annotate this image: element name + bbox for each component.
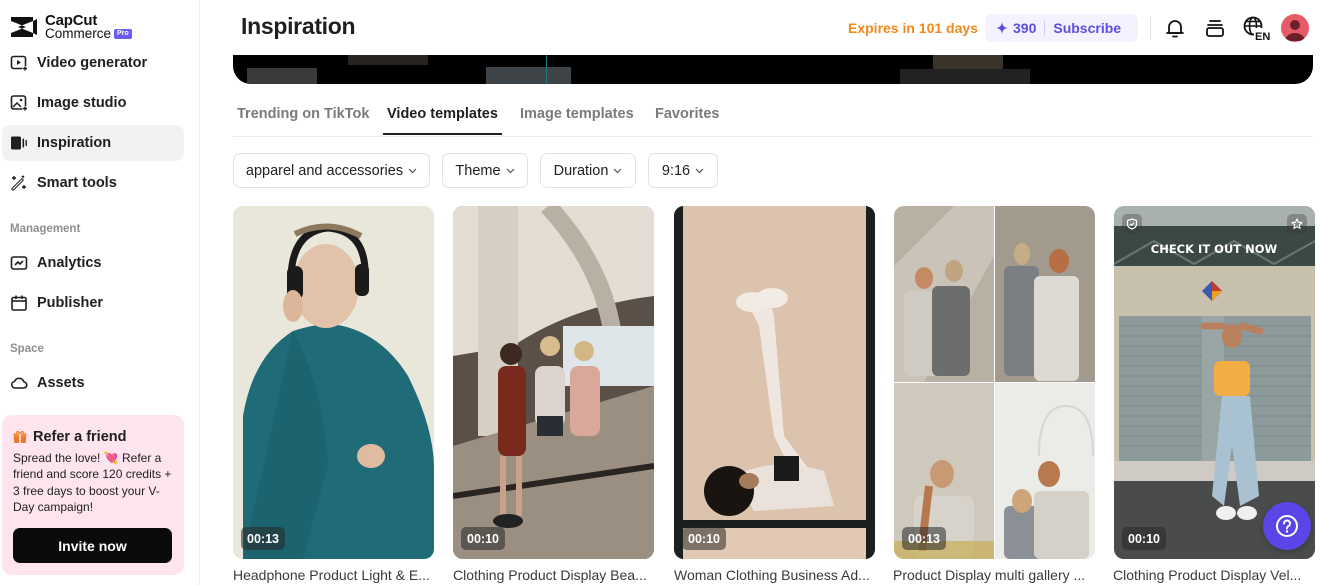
duration-badge: 00:10: [461, 527, 505, 550]
sidebar: CapCut Commerce Pro Video generator Image…: [0, 0, 200, 585]
brand-subname: Commerce: [45, 26, 112, 41]
header-divider: [1150, 16, 1151, 40]
expiry-notice[interactable]: Expires in 101 days: [848, 20, 978, 36]
sparkle-icon: [996, 22, 1008, 34]
banner-thumb: [900, 69, 1030, 84]
subscriptions-button[interactable]: [1202, 15, 1228, 41]
template-thumbnail: [453, 206, 654, 559]
tab-bar: Trending on TikTok Video templates Image…: [233, 96, 1313, 137]
sidebar-item-label: Assets: [37, 375, 85, 391]
page-title: Inspiration: [241, 13, 356, 39]
hero-banner[interactable]: [233, 55, 1313, 84]
sidebar-item-label: Smart tools: [37, 175, 117, 191]
sidebar-item-analytics[interactable]: Analytics: [2, 245, 184, 281]
filter-label: Theme: [455, 162, 501, 179]
video-generator-icon: [10, 54, 28, 72]
question-icon: [1276, 515, 1298, 537]
duration-badge: 00:10: [682, 527, 726, 550]
bell-icon: [1166, 20, 1184, 38]
chevron-down-icon: [695, 168, 704, 173]
chevron-down-icon: [613, 168, 622, 173]
divider: [1044, 21, 1046, 35]
tab-favorites[interactable]: Favorites: [655, 106, 719, 133]
language-code: EN: [1255, 31, 1270, 41]
invite-now-button[interactable]: Invite now: [13, 528, 172, 563]
sidebar-item-label: Inspiration: [37, 135, 112, 151]
template-thumbnail: [674, 206, 875, 559]
notifications-button[interactable]: [1162, 15, 1188, 41]
duration-filter[interactable]: Duration: [540, 153, 636, 188]
duration-badge: 00:13: [902, 527, 946, 550]
banner-thumb: [933, 55, 1003, 69]
template-title[interactable]: Product Display multi gallery ...: [893, 567, 1098, 583]
sidebar-item-label: Publisher: [37, 295, 104, 311]
sidebar-item-smart-tools[interactable]: Smart tools: [2, 165, 184, 201]
template-card[interactable]: 00:10: [674, 206, 875, 559]
sidebar-item-assets[interactable]: Assets: [2, 365, 184, 401]
language-button[interactable]: EN: [1242, 15, 1272, 41]
sidebar-item-publisher[interactable]: Publisher: [2, 285, 184, 321]
theme-filter[interactable]: Theme: [442, 153, 528, 188]
aspect-ratio-filter[interactable]: 9:16: [648, 153, 718, 188]
template-thumbnail: [233, 206, 434, 559]
banner-thumb: [486, 67, 571, 84]
inspiration-icon: [10, 134, 28, 152]
filter-label: Duration: [553, 162, 609, 179]
sidebar-item-label: Video generator: [37, 55, 148, 71]
tab-video-templates[interactable]: Video templates: [383, 106, 502, 135]
help-button[interactable]: [1263, 502, 1311, 550]
logo[interactable]: CapCut Commerce Pro: [9, 13, 132, 41]
banner-line: [546, 55, 547, 84]
favorite-button[interactable]: [1287, 214, 1307, 234]
template-title[interactable]: Clothing Product Display Vel...: [1113, 567, 1318, 583]
stack-icon: [1206, 20, 1224, 37]
section-label-management: Management: [10, 223, 81, 235]
overlay-text: CHECK IT OUT NOW: [1151, 242, 1278, 256]
template-card[interactable]: 00:10: [453, 206, 654, 559]
sidebar-item-inspiration[interactable]: Inspiration: [2, 125, 184, 161]
user-avatar[interactable]: [1281, 14, 1309, 42]
banner-thumb: [247, 68, 317, 84]
category-filter[interactable]: apparel and accessories: [233, 153, 430, 188]
capcut-logo-icon: [11, 17, 37, 37]
filter-label: 9:16: [661, 162, 691, 179]
template-title[interactable]: Headphone Product Light & E...: [233, 567, 438, 583]
star-icon: [1291, 218, 1303, 229]
verified-badge[interactable]: [1122, 214, 1142, 234]
refer-title: Refer a friend: [33, 429, 127, 445]
subscribe-link[interactable]: Subscribe: [1053, 20, 1121, 36]
filter-label: apparel and accessories: [245, 162, 404, 179]
duration-badge: 00:13: [241, 527, 285, 550]
shield-check-icon: [1126, 218, 1138, 230]
sidebar-item-label: Image studio: [37, 95, 127, 111]
sidebar-item-video-generator[interactable]: Video generator: [2, 45, 184, 81]
user-icon: [1285, 20, 1305, 41]
template-title[interactable]: Clothing Product Display Bea...: [453, 567, 658, 583]
refer-friend-card: Refer a friend Spread the love! 💘 Refer …: [2, 415, 184, 575]
chevron-down-icon: [408, 168, 417, 173]
tab-trending-on-tiktok[interactable]: Trending on TikTok: [237, 106, 369, 133]
gift-icon: [13, 431, 27, 443]
banner-thumb: [348, 55, 428, 65]
refer-description: Spread the love! 💘 Refer a friend and sc…: [13, 451, 172, 514]
sidebar-item-image-studio[interactable]: Image studio: [2, 85, 184, 121]
image-studio-icon: [10, 94, 28, 112]
tab-image-templates[interactable]: Image templates: [520, 106, 634, 133]
section-label-space: Space: [10, 343, 44, 355]
magic-wand-icon: [10, 174, 28, 192]
credits-count: 390: [1013, 20, 1037, 36]
duration-badge: 00:10: [1122, 527, 1166, 550]
chevron-down-icon: [506, 168, 514, 173]
pro-badge: Pro: [114, 28, 132, 39]
template-thumbnail: [894, 206, 1095, 559]
template-card[interactable]: 00:13: [894, 206, 1095, 559]
globe-icon: EN: [1243, 16, 1272, 41]
template-title[interactable]: Woman Clothing Business Ad...: [674, 567, 879, 583]
credits-subscribe-pill[interactable]: 390 Subscribe: [985, 14, 1138, 42]
sidebar-item-label: Analytics: [37, 255, 102, 271]
analytics-icon: [10, 254, 28, 272]
cloud-icon: [10, 374, 28, 392]
calendar-icon: [10, 294, 28, 312]
template-card[interactable]: 00:13: [233, 206, 434, 559]
